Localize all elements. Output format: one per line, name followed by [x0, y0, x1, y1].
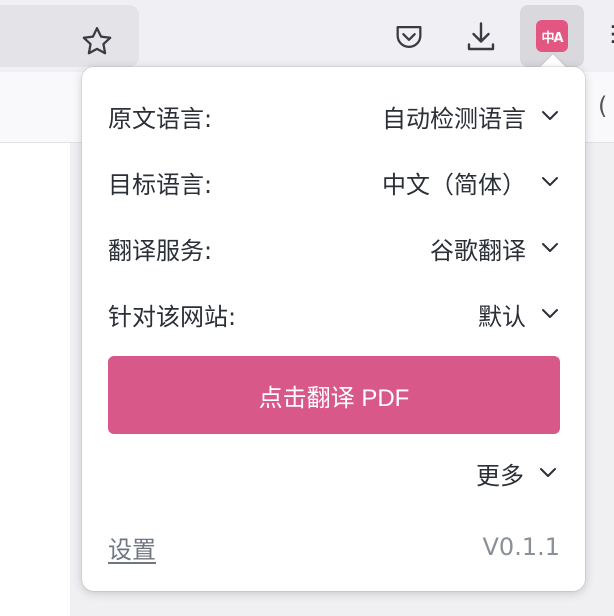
- more-label: 更多: [476, 461, 524, 490]
- chevron-down-icon: [538, 463, 558, 483]
- settings-link[interactable]: 设置: [108, 530, 156, 565]
- translation-service-label: 翻译服务:: [108, 236, 213, 265]
- site-rule-label: 针对该网站:: [108, 302, 237, 331]
- source-language-select[interactable]: 自动检测语言: [382, 99, 560, 134]
- site-rule-value: 默认: [478, 302, 526, 331]
- source-language-row[interactable]: 原文语言: 自动检测语言: [108, 96, 560, 136]
- browser-toolbar: 中A ⋮: [0, 0, 614, 72]
- url-bar[interactable]: [0, 5, 139, 67]
- star-icon[interactable]: [79, 24, 115, 60]
- translation-service-row[interactable]: 翻译服务: 谷歌翻译: [108, 228, 560, 268]
- version-label: V0.1.1: [482, 533, 560, 561]
- pocket-icon[interactable]: [389, 17, 429, 57]
- target-language-label: 目标语言:: [108, 170, 213, 199]
- translate-popup: 原文语言: 自动检测语言 目标语言: 中文（简体） 翻译服务: 谷歌翻译 针对该…: [82, 67, 585, 591]
- sidebar-edge-icon: (: [598, 92, 608, 120]
- site-rule-row[interactable]: 针对该网站: 默认: [108, 294, 560, 334]
- target-language-select[interactable]: 中文（简体）: [382, 165, 560, 200]
- translate-pdf-button[interactable]: 点击翻译 PDF: [108, 356, 560, 434]
- site-rule-select[interactable]: 默认: [478, 297, 560, 332]
- target-language-value: 中文（简体）: [382, 170, 526, 199]
- overflow-icon[interactable]: ⋮: [602, 22, 614, 50]
- translation-service-select[interactable]: 谷歌翻译: [430, 231, 560, 266]
- popup-footer: 设置 V0.1.1: [108, 527, 560, 567]
- translate-extension-icon: 中A: [536, 20, 568, 52]
- source-language-value: 自动检测语言: [382, 104, 526, 133]
- chevron-down-icon: [540, 106, 560, 126]
- translation-service-value: 谷歌翻译: [430, 236, 526, 265]
- page-content: [0, 143, 70, 616]
- chevron-down-icon: [540, 304, 560, 324]
- target-language-row[interactable]: 目标语言: 中文（简体）: [108, 162, 560, 202]
- more-options-toggle[interactable]: 更多: [476, 453, 558, 493]
- chevron-down-icon: [540, 238, 560, 258]
- download-icon[interactable]: [461, 17, 501, 57]
- chevron-down-icon: [540, 172, 560, 192]
- source-language-label: 原文语言:: [108, 104, 213, 133]
